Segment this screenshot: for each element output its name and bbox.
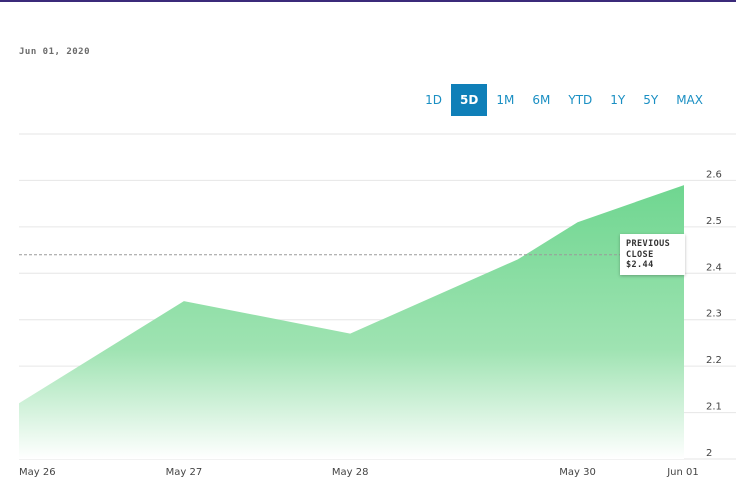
data-point	[576, 220, 580, 224]
previous-close-tooltip: PREVIOUS CLOSE $2.44	[620, 234, 685, 275]
previous-close-label-1: PREVIOUS	[626, 239, 671, 249]
y-tick-label: 2.6	[706, 169, 722, 180]
previous-close-value: $2.44	[626, 260, 654, 270]
x-tick-label: May 30	[559, 467, 596, 478]
x-tick-label: May 26	[19, 467, 56, 478]
data-point	[17, 401, 21, 405]
x-tick-label: May 28	[332, 467, 369, 478]
data-point	[182, 299, 186, 303]
y-tick-label: 2.4	[706, 262, 722, 273]
y-tick-label: 2.5	[706, 216, 722, 227]
y-tick-label: 2.2	[706, 355, 722, 366]
data-point	[348, 332, 352, 336]
y-tick-label: 2	[706, 448, 712, 459]
data-point	[516, 257, 520, 261]
price-area	[19, 185, 684, 459]
y-tick-label: 2.3	[706, 309, 722, 320]
previous-close-label-2: CLOSE	[626, 249, 654, 260]
data-point	[682, 183, 686, 187]
y-tick-label: 2.1	[706, 402, 722, 413]
x-tick-label: Jun 01	[666, 467, 699, 478]
x-tick-label: May 27	[166, 467, 203, 478]
